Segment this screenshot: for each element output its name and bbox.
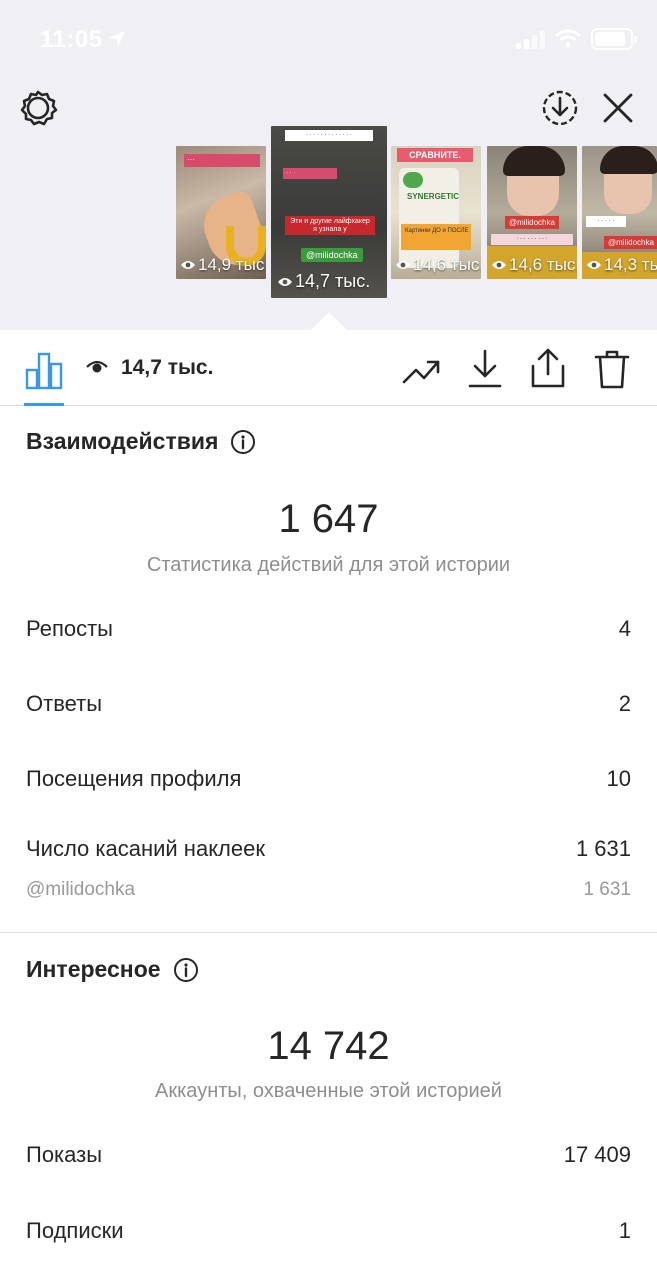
story-mention-tag: @milidochka [604,236,657,249]
stat-row-profile-visits: Посещения профиля 10 [26,766,631,792]
story-views: 14,9 тыс. [180,255,266,275]
eye-icon [278,277,292,286]
section-title: Взаимодействия [26,428,219,454]
status-bar: 11:05 [0,0,657,80]
views-count: 14,7 тыс. [121,356,214,379]
stat-row-mention-sticker: @milidochka 1 631 [26,879,631,901]
stat-value: 4 [618,616,631,641]
info-icon[interactable] [230,429,256,455]
stat-label: @milidochka [26,879,136,900]
story-views-label: 14,9 тыс. [198,255,266,274]
section-title: Интересное [26,956,161,982]
stat-value: 1 631 [583,879,631,900]
share-icon[interactable] [528,346,568,390]
interactions-total: 1 647 [278,497,379,541]
story-views: 14,6 тыс. [491,255,577,275]
eye-icon [86,360,108,373]
product-logo [403,172,423,188]
story-headline: СРАВНИТЕ. [397,148,473,162]
story-mention-tag: @milidochka [505,216,559,229]
story-thumbnail[interactable]: ··· 14,9 тыс. [176,146,266,279]
stat-value: 1 631 [575,836,631,861]
trash-icon[interactable] [592,348,632,390]
product-caption: Картинки ДО и ПОСЛЕ [405,228,469,234]
insights-toolbar: 14,7 тыс. [0,330,657,406]
stat-label: Ответы [26,691,103,716]
story-views: 14,3 тыс. [586,255,657,275]
story-thumbnail[interactable]: СРАВНИТЕ. SYNERGETIC Картинки ДО и ПОСЛЕ… [391,146,481,279]
location-arrow-icon [109,31,125,47]
story-thumbnails: ··· 14,9 тыс. · · · · · · · · · · · · · … [0,120,657,330]
story-thumbnail[interactable]: · · · · · @milidochka 14,3 тыс. [582,146,657,279]
story-views-label: 14,6 тыс. [413,255,481,274]
story-views-label: 14,6 тыс. [509,255,577,274]
stat-label: Посещения профиля [26,766,242,791]
story-text-label: · · · [283,168,337,179]
story-preview-area: 11:05 ··· 14,9 тыс. · · · · · · · · · · … [0,0,657,330]
stat-value: 1 [618,1218,631,1243]
stat-row-reposts: Репосты 4 [26,616,631,642]
story-views: 14,7 тыс. [277,271,370,292]
hair-shape [600,146,657,174]
bar-chart-icon[interactable] [24,350,64,390]
stat-row-follows: Подписки 1 [26,1218,631,1244]
eye-icon [492,261,506,269]
stat-row-replies: Ответы 2 [26,691,631,717]
section-divider [0,932,657,933]
selected-story-pointer [311,312,347,330]
eye-icon [587,261,601,269]
story-mention-tag: @milidochka [301,248,363,262]
stat-value: 10 [606,766,631,791]
reach-total: 14 742 [267,1024,390,1068]
interactions-caption: Статистика действий для этой истории [146,554,511,576]
stat-label: Показы [26,1142,103,1167]
trend-icon[interactable] [400,350,444,390]
story-thumbnail-active[interactable]: · · · · · · · · · · · · · · · · Эти и др… [271,126,387,298]
story-caption: · · · · · [586,216,626,227]
signal-icon [516,29,545,49]
story-views: 14,6 тыс. [395,255,481,275]
stat-label: Число касаний наклеек [26,836,265,861]
stat-label: Подписки [26,1218,124,1243]
active-tab-indicator [24,403,64,406]
story-views-label: 14,3 тыс. [604,255,657,274]
story-caption: · · · · · · · · · · · · · [285,130,373,141]
story-text-label: ··· [184,154,260,167]
stat-value: 2 [618,691,631,716]
stat-value: 17 409 [563,1142,631,1167]
reach-caption: Аккаунты, охваченные этой историей [155,1080,502,1102]
download-icon[interactable] [466,348,504,390]
battery-icon [591,28,637,50]
eye-icon [396,261,410,269]
stat-row-sticker-taps: Число касаний наклеек 1 631 [26,836,631,862]
product-name: SYNERGETIC [407,192,460,201]
status-time: 11:05 [40,26,103,53]
stat-label: Репосты [26,616,113,641]
info-icon[interactable] [173,957,199,983]
interactions-header: Взаимодействия [26,428,256,455]
eye-icon [181,261,195,269]
status-indicators [516,28,637,50]
story-caption: · · · · · · · · · [491,234,573,245]
wifi-icon [555,29,581,48]
hair-shape [503,146,565,176]
stat-row-impressions: Показы 17 409 [26,1142,631,1168]
story-views-label: 14,7 тыс. [295,271,371,291]
story-note: Эти и другие лайфхакер я узнала у [285,216,375,236]
discovery-header: Интересное [26,956,199,983]
story-thumbnail[interactable]: @milidochka · · · · · · · · · 14,6 тыс. [487,146,577,279]
